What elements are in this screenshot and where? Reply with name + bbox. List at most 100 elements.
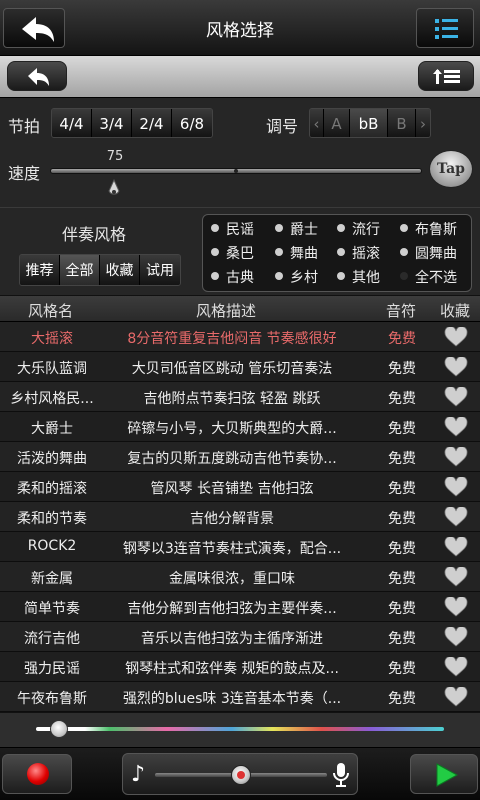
favorite-heart-icon[interactable]: [444, 597, 468, 617]
filter-tab-all[interactable]: 全部: [60, 255, 100, 285]
meter-option[interactable]: 2/4: [132, 109, 172, 137]
meter-label: 节拍: [8, 117, 41, 136]
menu-button[interactable]: [416, 8, 474, 48]
table-row[interactable]: 简单节奏 吉他分解到吉他扫弦为主要伴奏... 免费: [0, 592, 480, 622]
style-name: 强力民谣: [24, 661, 80, 677]
style-description: 吉他分解背景: [190, 511, 274, 527]
checked-dot-icon: [400, 224, 408, 232]
style-filter-tabs: 推荐 全部 收藏 试用: [19, 254, 181, 286]
genre-checklist: 民谣 爵士 流行 布鲁斯 桑巴 舞曲 摇滚 圆舞曲 古典 乡村 其他 全不选: [202, 214, 472, 292]
record-button[interactable]: [2, 754, 72, 794]
style-price: 免费: [388, 661, 416, 677]
key-option[interactable]: A: [324, 109, 350, 137]
col-header-price: 音符: [386, 302, 417, 320]
style-name: 大摇滚: [31, 331, 73, 347]
return-button[interactable]: [7, 61, 67, 91]
favorite-heart-icon[interactable]: [444, 327, 468, 347]
style-price: 免费: [388, 361, 416, 377]
page-title: 风格选择: [206, 21, 274, 41]
genre-item[interactable]: 圆舞曲: [400, 243, 457, 263]
genre-item[interactable]: 爵士: [275, 219, 318, 239]
style-description: 金属味很浓，重口味: [169, 571, 295, 587]
meter-option[interactable]: 6/8: [172, 109, 212, 137]
meter-option[interactable]: 4/4: [52, 109, 92, 137]
favorite-heart-icon[interactable]: [444, 627, 468, 647]
tempo-slider-handle[interactable]: [107, 179, 121, 199]
favorite-heart-icon[interactable]: [444, 387, 468, 407]
playlist-icon: [433, 69, 460, 84]
checked-dot-icon: [211, 272, 219, 280]
tempo-slider-marker: [234, 169, 238, 173]
mix-balance-control: ♪: [122, 753, 358, 795]
key-option-selected[interactable]: bB: [350, 109, 388, 137]
table-row[interactable]: 大摇滚 8分音符重复吉他闷音 节奏感很好 免费: [0, 322, 480, 352]
table-row[interactable]: 流行吉他 音乐以吉他扫弦为主循序渐进 免费: [0, 622, 480, 652]
checked-dot-icon: [211, 248, 219, 256]
meter-option[interactable]: 3/4: [92, 109, 132, 137]
favorite-heart-icon[interactable]: [444, 417, 468, 437]
key-next-button[interactable]: ›: [416, 109, 430, 137]
style-price: 免费: [388, 391, 416, 407]
style-description: 管风琴 长音铺垫 吉他扫弦: [150, 481, 314, 497]
return-arrow-icon: [28, 68, 49, 86]
accompaniment-label: 伴奏风格: [62, 225, 127, 244]
col-header-desc: 风格描述: [196, 302, 257, 320]
favorite-heart-icon[interactable]: [444, 447, 468, 467]
favorite-heart-icon[interactable]: [444, 567, 468, 587]
tempo-value: 75: [106, 149, 124, 164]
checked-dot-icon: [337, 272, 345, 280]
style-price: 免费: [388, 541, 416, 557]
checked-dot-icon: [400, 248, 408, 256]
table-row[interactable]: 柔和的节奏 吉他分解背景 免费: [0, 502, 480, 532]
favorite-heart-icon[interactable]: [444, 357, 468, 377]
table-row[interactable]: 乡村风格民... 吉他附点节奏扫弦 轻盈 跳跃 免费: [0, 382, 480, 412]
style-price: 免费: [388, 601, 416, 617]
genre-item[interactable]: 摇滚: [337, 243, 380, 263]
favorite-heart-icon[interactable]: [444, 507, 468, 527]
color-progress-bar[interactable]: [36, 727, 444, 731]
style-name: 大乐队蓝调: [17, 361, 87, 377]
table-row[interactable]: 大乐队蓝调 大贝司低音区跳动 管乐切音奏法 免费: [0, 352, 480, 382]
style-description: 钢琴以3连音节奏柱式演奏，配合...: [122, 541, 342, 557]
table-row[interactable]: 活泼的舞曲 复古的贝斯五度跳动吉他节奏协... 免费: [0, 442, 480, 472]
style-name: 柔和的节奏: [17, 511, 87, 527]
meter-selector: 4/4 3/4 2/4 6/8: [51, 108, 213, 138]
genre-item[interactable]: 布鲁斯: [400, 219, 457, 239]
table-row[interactable]: 强力民谣 钢琴柱式和弦伴奏 规矩的鼓点及... 免费: [0, 652, 480, 682]
mix-slider-handle[interactable]: [231, 765, 251, 785]
key-label: 调号: [266, 117, 299, 136]
checked-dot-icon: [275, 248, 283, 256]
genre-item[interactable]: 流行: [337, 219, 380, 239]
genre-select-none[interactable]: 全不选: [400, 267, 457, 287]
table-row[interactable]: 大爵士 碎镲与小号，大贝斯典型的大爵... 免费: [0, 412, 480, 442]
unchecked-dot-icon: [400, 272, 408, 280]
playlist-button[interactable]: [418, 61, 474, 91]
style-price: 免费: [388, 511, 416, 527]
progress-handle[interactable]: [50, 720, 68, 738]
filter-tab-favorites[interactable]: 收藏: [100, 255, 140, 285]
genre-item[interactable]: 古典: [211, 267, 254, 287]
table-row[interactable]: 午夜布鲁斯 强烈的blues味 3连音基本节奏（... 免费: [0, 682, 480, 712]
filter-tab-recommended[interactable]: 推荐: [20, 255, 60, 285]
table-row[interactable]: 柔和的摇滚 管风琴 长音铺垫 吉他扫弦 免费: [0, 472, 480, 502]
tap-tempo-button[interactable]: Tap: [429, 150, 473, 188]
style-name: 柔和的摇滚: [17, 481, 87, 497]
genre-item[interactable]: 桑巴: [211, 243, 254, 263]
key-prev-button[interactable]: ‹: [310, 109, 324, 137]
play-button[interactable]: [410, 754, 478, 794]
favorite-heart-icon[interactable]: [444, 537, 468, 557]
filter-tab-trial[interactable]: 试用: [140, 255, 180, 285]
favorite-heart-icon[interactable]: [444, 477, 468, 497]
style-description: 8分音符重复吉他闷音 节奏感很好: [127, 331, 337, 347]
genre-item[interactable]: 乡村: [275, 267, 318, 287]
bottom-toolbar: ♪: [0, 748, 480, 800]
table-row[interactable]: 新金属 金属味很浓，重口味 免费: [0, 562, 480, 592]
genre-item[interactable]: 舞曲: [275, 243, 318, 263]
genre-item[interactable]: 民谣: [211, 219, 254, 239]
key-option[interactable]: B: [388, 109, 416, 137]
table-row[interactable]: ROCK2 钢琴以3连音节奏柱式演奏，配合... 免费: [0, 532, 480, 562]
favorite-heart-icon[interactable]: [444, 657, 468, 677]
favorite-heart-icon[interactable]: [444, 687, 468, 707]
genre-item[interactable]: 其他: [337, 267, 380, 287]
style-name: 乡村风格民...: [10, 391, 94, 407]
